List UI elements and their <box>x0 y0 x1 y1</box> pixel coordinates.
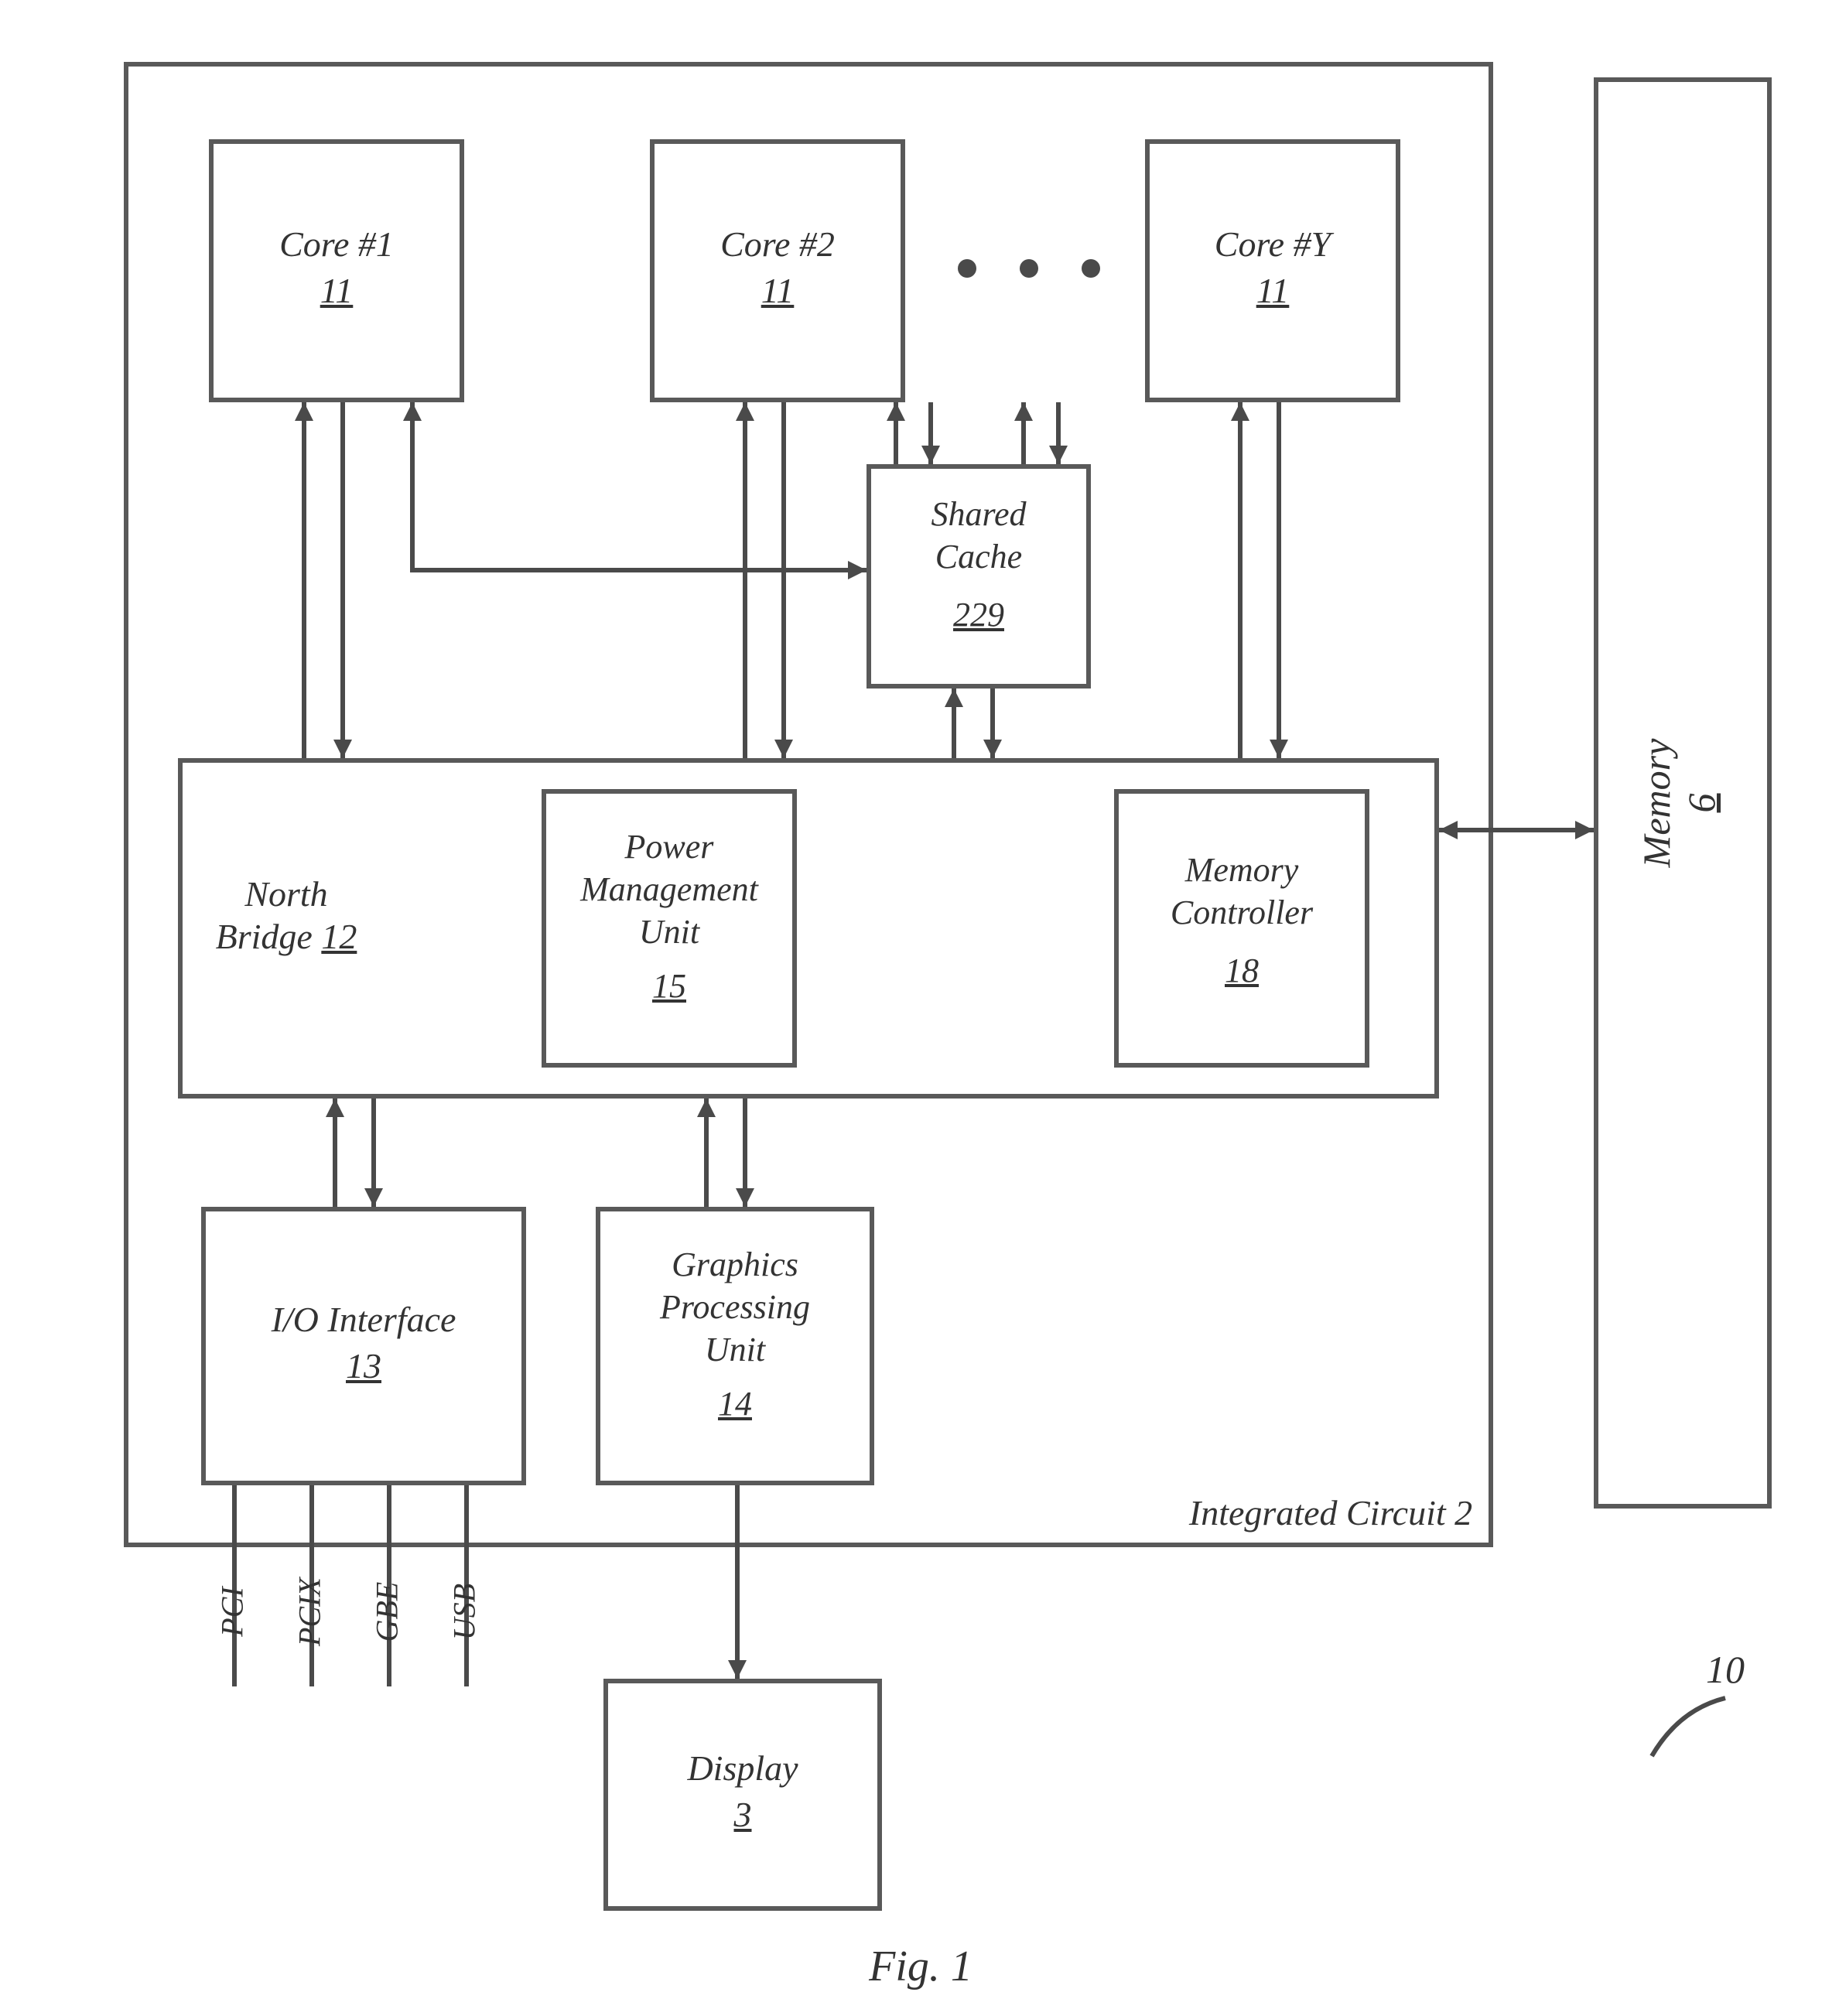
pmu-label-a: Power <box>542 828 797 867</box>
gpu-num: 14 <box>596 1385 874 1424</box>
gpu-label-a: Graphics <box>596 1245 874 1285</box>
figure-label: Fig. 1 <box>836 1942 1006 1991</box>
integrated-circuit-label: Integrated Circuit 2 <box>1176 1493 1485 1534</box>
pmu-num: 15 <box>542 967 797 1006</box>
pmu-label-c: Unit <box>542 913 797 952</box>
core-2-label: Core #2 <box>650 224 905 265</box>
bus-gbe-label: GBE <box>369 1566 405 1659</box>
arrow-corey-nb <box>1277 402 1281 758</box>
core-y-label: Core #Y <box>1145 224 1400 265</box>
bus-usb-label: USB <box>446 1566 483 1659</box>
arrow-nb-memory <box>1439 828 1594 832</box>
memctl-label-a: Memory <box>1114 851 1369 890</box>
shared-cache-label-a: Shared <box>867 495 1091 535</box>
arrow-corey-nb <box>1238 402 1243 758</box>
core-1-num: 11 <box>209 271 464 312</box>
ellipsis-dot <box>1020 259 1038 278</box>
arrow-core1-cache <box>410 568 867 572</box>
arrow-core1-nb <box>302 402 306 758</box>
pmu-label-b: Management <box>542 870 797 910</box>
core-y-num: 11 <box>1145 271 1400 312</box>
memctl-num: 18 <box>1114 952 1369 991</box>
core-2-num: 11 <box>650 271 905 312</box>
north-bridge-label: North <box>201 874 371 915</box>
bus-pci-label: PCI <box>214 1566 251 1659</box>
ref-10-tick <box>1640 1694 1741 1764</box>
gpu-label-c: Unit <box>596 1331 874 1370</box>
display-num: 3 <box>603 1795 882 1836</box>
north-bridge-label2: Bridge 12 <box>201 917 371 958</box>
ref-10: 10 <box>1687 1648 1764 1693</box>
arrow-gpu-display <box>735 1485 740 1679</box>
ellipsis-dot <box>1082 259 1100 278</box>
io-num: 13 <box>201 1346 526 1387</box>
bus-pcix-label: PCIX <box>292 1566 328 1659</box>
memory-label: Memory6 <box>1634 726 1724 880</box>
ellipsis-dot <box>958 259 976 278</box>
gpu-label-b: Processing <box>596 1288 874 1327</box>
io-label: I/O Interface <box>201 1300 526 1341</box>
shared-cache-num: 229 <box>867 596 1091 635</box>
display-label: Display <box>603 1748 882 1789</box>
shared-cache-label-b: Cache <box>867 538 1091 577</box>
arrow-core1-nb <box>340 402 345 758</box>
memctl-label-b: Controller <box>1114 894 1369 933</box>
arrow-core2-nb <box>781 402 786 758</box>
arrow-core2-nb <box>743 402 747 758</box>
core-1-label: Core #1 <box>209 224 464 265</box>
arrow-core1-cache <box>410 402 415 572</box>
